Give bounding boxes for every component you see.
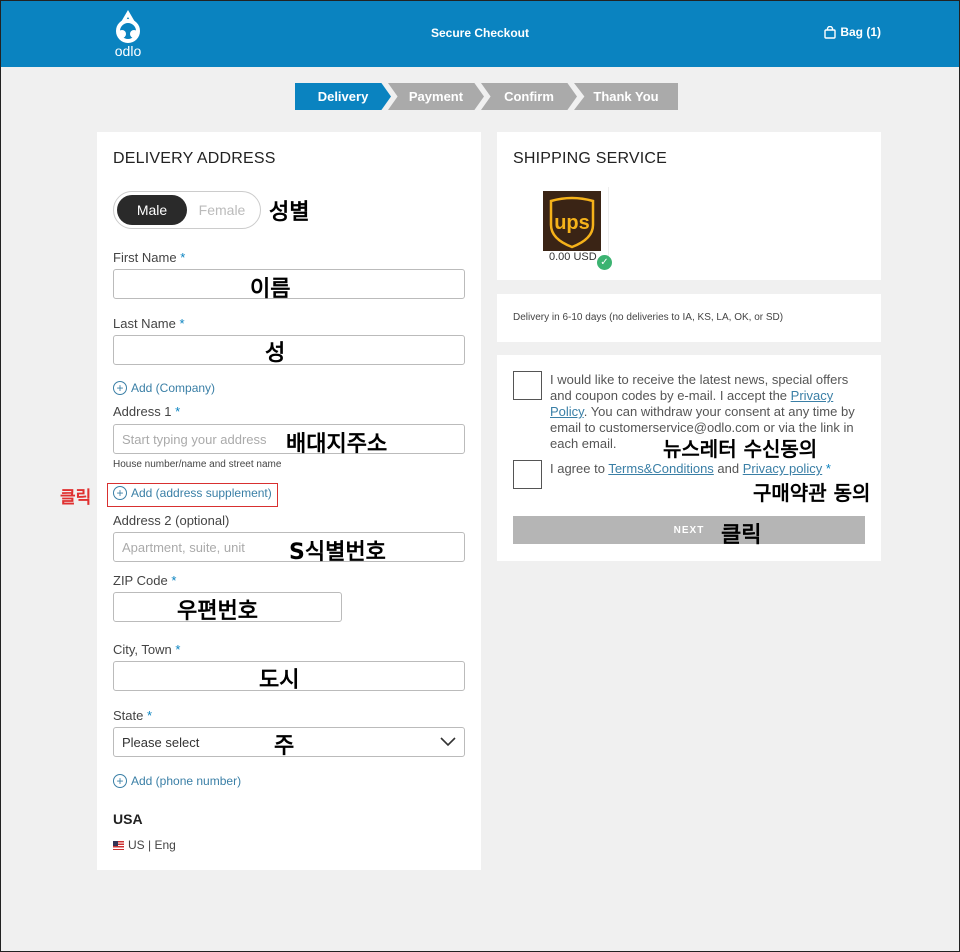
- plus-circle-icon: +: [113, 774, 127, 788]
- annotation-address2: S식별번호: [289, 540, 386, 565]
- bag-label: Bag (1): [840, 25, 881, 39]
- terms-checkbox[interactable]: [513, 460, 542, 489]
- annotation-terms: 구매약관 동의: [753, 481, 871, 505]
- delivery-title: DELIVERY ADDRESS: [113, 150, 276, 167]
- step-delivery[interactable]: Delivery: [295, 83, 391, 110]
- delivery-time-text: Delivery in 6-10 days (no deliveries to …: [513, 312, 784, 323]
- state-select-value: Please select: [122, 734, 200, 750]
- shipping-option-ups[interactable]: ups 0.00 USD ✓: [513, 187, 612, 270]
- page-title: Secure Checkout: [430, 26, 530, 40]
- svg-text:odlo: odlo: [115, 43, 142, 59]
- ups-logo: ups: [543, 191, 601, 251]
- add-phone-link[interactable]: + Add (phone number): [113, 774, 241, 788]
- header-bar: odlo Secure Checkout Bag (1): [1, 1, 959, 67]
- gender-female-option[interactable]: Female: [187, 195, 257, 225]
- delivery-address-card: DELIVERY ADDRESS Male Female 성별 First Na…: [97, 132, 481, 870]
- annotation-zip: 우편번호: [177, 599, 258, 624]
- annotation-last-name: 성: [265, 341, 286, 366]
- annotation-state: 주: [274, 734, 295, 759]
- annotation-click-next: 클릭: [721, 523, 762, 548]
- us-flag-icon: [113, 840, 124, 850]
- zip-label: ZIP Code *: [113, 573, 177, 588]
- first-name-label: First Name *: [113, 250, 186, 265]
- gender-male-option[interactable]: Male: [117, 195, 187, 225]
- checkout-stepper: Delivery Payment Confirm Thank You: [295, 83, 678, 110]
- address1-placeholder: Start typing your address: [122, 431, 267, 447]
- add-company-link[interactable]: + Add (Company): [113, 381, 215, 395]
- annotation-newsletter: 뉴스레터 수신동의: [663, 437, 818, 461]
- last-name-label: Last Name *: [113, 316, 185, 331]
- plus-circle-icon: +: [113, 381, 127, 395]
- bag-icon: [824, 25, 837, 39]
- country-name: USA: [113, 811, 143, 827]
- selected-check-icon: ✓: [597, 255, 612, 270]
- address2-placeholder: Apartment, suite, unit: [122, 539, 245, 555]
- address2-label: Address 2 (optional): [113, 513, 230, 528]
- locale-selector[interactable]: US | Eng: [113, 838, 176, 852]
- consent-card: I would like to receive the latest news,…: [497, 355, 881, 561]
- delivery-info-card: Delivery in 6-10 days (no deliveries to …: [497, 294, 881, 342]
- address1-label: Address 1 *: [113, 404, 181, 419]
- step-confirm: Confirm: [481, 83, 577, 110]
- shipping-service-card: SHIPPING SERVICE ups 0.00 USD ✓: [497, 132, 881, 280]
- gender-toggle: Male Female: [113, 191, 261, 229]
- plus-circle-icon: +: [113, 486, 127, 500]
- step-payment: Payment: [388, 83, 484, 110]
- terms-consent-text: I agree to Terms&Conditions and Privacy …: [550, 461, 831, 476]
- city-label: City, Town *: [113, 642, 181, 657]
- last-name-field[interactable]: [113, 335, 465, 365]
- chevron-down-icon: [440, 737, 456, 747]
- annotation-click-left: 클릭: [60, 488, 92, 508]
- annotation-first-name: 이름: [250, 277, 291, 302]
- shipping-price: 0.00 USD: [549, 251, 597, 263]
- next-button[interactable]: NEXT: [513, 516, 865, 544]
- shipping-title: SHIPPING SERVICE: [513, 150, 668, 167]
- annotation-gender: 성별: [269, 200, 310, 225]
- state-label: State *: [113, 708, 153, 723]
- annotation-city: 도시: [259, 668, 300, 693]
- annotation-address: 배대지주소: [286, 432, 388, 457]
- step-thank-you: Thank You: [574, 83, 678, 110]
- terms-conditions-link[interactable]: Terms&Conditions: [608, 461, 714, 476]
- address1-hint: House number/name and street name: [113, 459, 282, 470]
- bag-button[interactable]: Bag (1): [824, 25, 881, 39]
- svg-text:ups: ups: [554, 212, 590, 234]
- privacy-policy-link-2[interactable]: Privacy policy: [743, 461, 822, 476]
- add-address-supplement-link[interactable]: + Add (address supplement): [113, 486, 272, 500]
- newsletter-checkbox[interactable]: [513, 371, 542, 400]
